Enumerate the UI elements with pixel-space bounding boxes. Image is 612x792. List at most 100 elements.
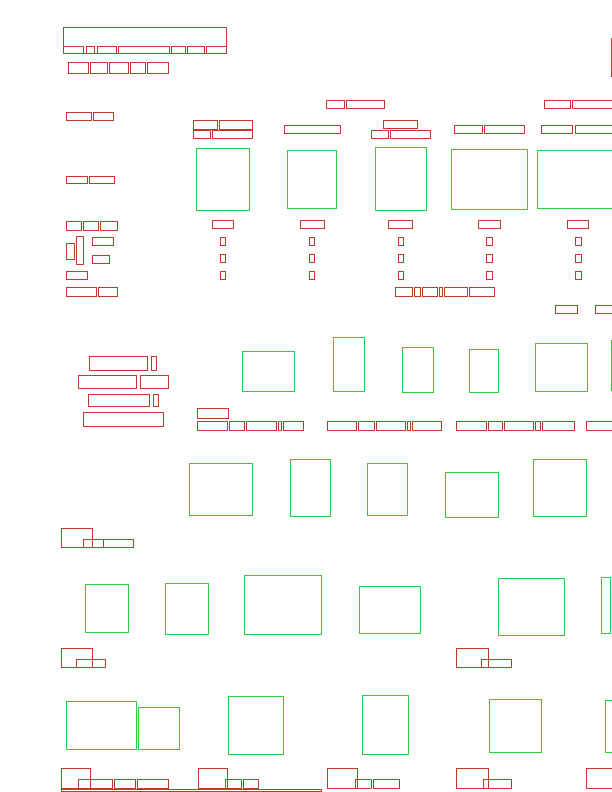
- text-region-box: [90, 62, 108, 74]
- figure-region-box: [66, 701, 137, 750]
- figure-region-box: [445, 472, 499, 518]
- text-region-box: [66, 243, 75, 260]
- text-region-box: [555, 305, 578, 314]
- text-region-box: [114, 779, 136, 789]
- text-region-box: [412, 421, 442, 431]
- text-region-box: [300, 220, 325, 229]
- text-region-box: [309, 271, 315, 280]
- text-region-box: [83, 539, 104, 548]
- figure-region-box: [359, 586, 421, 634]
- text-region-box: [66, 221, 82, 231]
- text-region-box: [486, 254, 493, 263]
- text-region-box: [444, 287, 468, 297]
- text-region-box: [284, 125, 341, 134]
- figure-region-box: [451, 149, 528, 210]
- text-region-box: [100, 221, 118, 231]
- text-region-box: [326, 100, 345, 109]
- text-region-box: [153, 394, 159, 407]
- text-region-box: [76, 236, 84, 265]
- text-region-box: [376, 421, 406, 431]
- figure-region-box: [469, 349, 499, 393]
- text-region-box: [278, 421, 282, 431]
- text-region-box: [422, 287, 438, 297]
- text-region-box: [586, 421, 612, 431]
- figure-region-box: [242, 351, 295, 392]
- text-region-box: [483, 779, 512, 789]
- text-region-box: [346, 100, 385, 109]
- text-region-box: [66, 112, 92, 121]
- figure-region-box: [367, 463, 408, 516]
- text-region-box: [193, 120, 218, 130]
- figure-region-box: [287, 150, 337, 209]
- text-region-box: [83, 412, 164, 427]
- text-region-box: [572, 100, 612, 109]
- text-region-box: [220, 254, 226, 263]
- text-region-box: [171, 46, 186, 54]
- figure-region-box: [333, 337, 365, 392]
- text-region-box: [220, 271, 226, 280]
- text-region-box: [206, 46, 227, 54]
- text-region-box: [246, 421, 277, 431]
- text-region-box: [358, 421, 375, 431]
- text-region-box: [504, 421, 534, 431]
- text-region-box: [219, 120, 253, 130]
- text-region-box: [407, 421, 411, 431]
- text-region-box: [76, 659, 106, 668]
- figure-region-box: [535, 343, 588, 392]
- text-region-box: [484, 125, 525, 134]
- text-region-box: [383, 120, 418, 129]
- text-region-box: [98, 287, 118, 297]
- text-region-box: [93, 112, 114, 121]
- text-region-box: [66, 271, 88, 280]
- figure-region-box: [533, 459, 587, 517]
- text-region-box: [575, 237, 582, 246]
- text-region-box: [388, 220, 413, 229]
- text-region-box: [197, 421, 228, 431]
- text-region-box: [243, 779, 259, 789]
- text-region-box: [212, 130, 253, 139]
- figure-region-box: [85, 584, 129, 633]
- text-region-box: [586, 768, 612, 789]
- text-region-box: [541, 125, 573, 134]
- text-region-box: [118, 46, 170, 54]
- figure-region-box: [362, 695, 409, 755]
- text-region-box: [454, 125, 483, 134]
- text-region-box: [309, 237, 315, 246]
- text-region-box: [327, 768, 358, 789]
- figure-region-box: [537, 150, 612, 209]
- text-region-box: [89, 176, 115, 184]
- page-layout-canvas: [61, 27, 612, 792]
- text-region-box: [198, 768, 228, 789]
- text-region-box: [327, 421, 357, 431]
- text-region-box: [373, 779, 400, 789]
- text-region-box: [103, 539, 134, 548]
- text-region-box: [92, 237, 114, 246]
- text-region-box: [398, 271, 404, 280]
- text-region-box: [544, 100, 571, 109]
- text-region-box: [61, 528, 93, 548]
- text-region-box: [535, 421, 541, 431]
- text-region-box: [567, 220, 589, 229]
- figure-region-box: [498, 578, 565, 636]
- text-region-box: [66, 176, 88, 184]
- text-region-box: [109, 62, 129, 74]
- text-region-box: [575, 254, 582, 263]
- figure-region-box: [375, 147, 427, 211]
- text-region-box: [61, 789, 322, 792]
- text-region-box: [61, 768, 91, 789]
- text-region-box: [478, 220, 501, 229]
- figure-regions: [66, 147, 612, 755]
- text-region-box: [395, 287, 413, 297]
- text-region-box: [187, 46, 205, 54]
- figure-region-box: [402, 347, 434, 393]
- text-region-box: [229, 421, 245, 431]
- text-region-box: [97, 46, 117, 54]
- text-region-box: [78, 779, 113, 789]
- text-region-box: [212, 220, 234, 229]
- text-region-box: [63, 27, 227, 54]
- figure-region-box: [605, 700, 612, 753]
- figure-region-box: [196, 148, 250, 211]
- text-region-box: [398, 254, 404, 263]
- text-region-box: [283, 421, 304, 431]
- text-region-box: [130, 62, 146, 74]
